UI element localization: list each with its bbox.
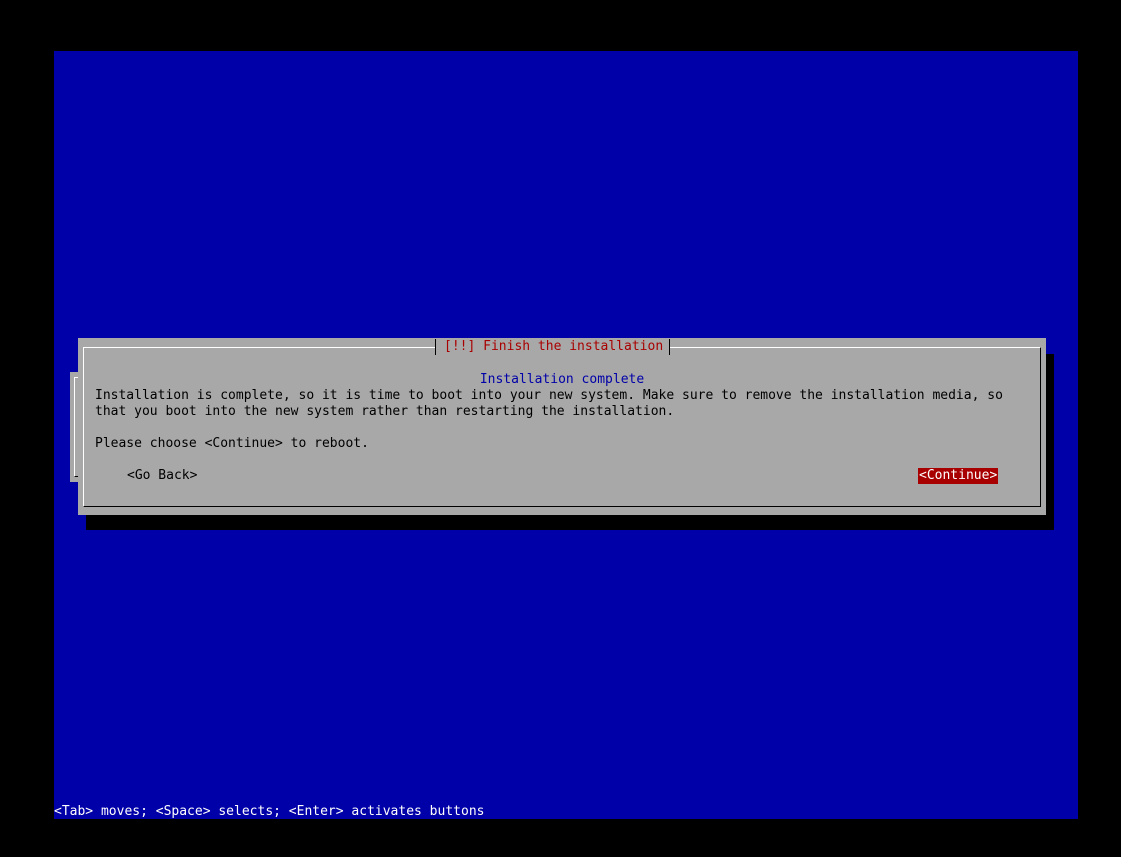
- installer-screen: [!!] Finish the installation Installatio…: [54, 51, 1078, 819]
- dialog-title: [!!] Finish the installation: [435, 339, 671, 355]
- prompt-text: Please choose <Continue> to reboot.: [95, 436, 369, 451]
- dialog-subtitle: Installation complete: [479, 372, 645, 387]
- finish-installation-dialog: [!!] Finish the installation Installatio…: [78, 338, 1046, 515]
- message-line-2: that you boot into the new system rather…: [95, 404, 675, 419]
- dialog-frame: [83, 347, 1041, 507]
- go-back-button[interactable]: <Go Back>: [127, 468, 197, 484]
- keyboard-help-text: <Tab> moves; <Space> selects; <Enter> ac…: [54, 804, 485, 819]
- message-line-1: Installation is complete, so it is time …: [95, 388, 1003, 403]
- continue-button[interactable]: <Continue>: [918, 468, 999, 484]
